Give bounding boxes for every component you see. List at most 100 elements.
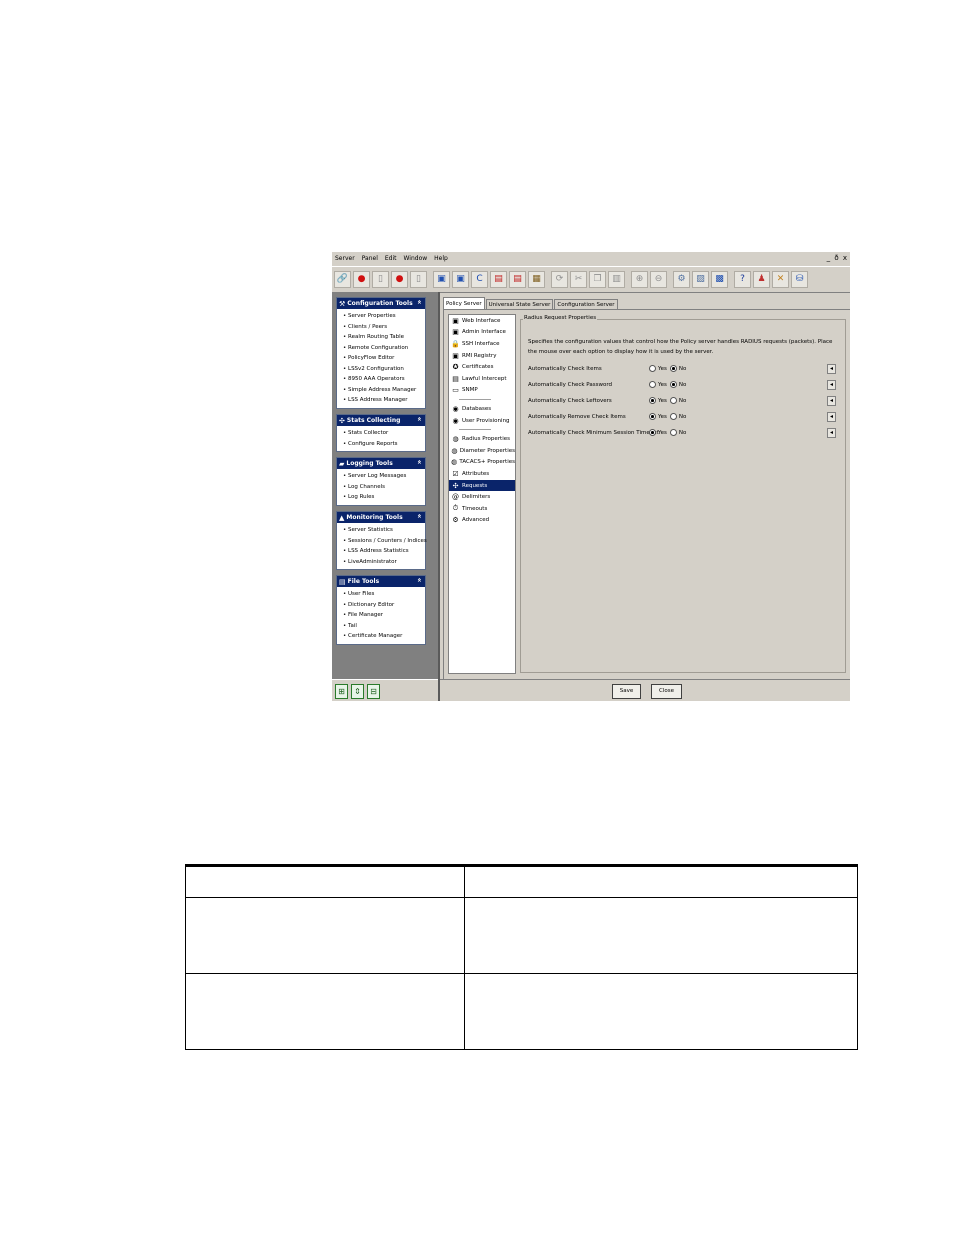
move-panel-icon[interactable]: ⇕ bbox=[351, 683, 364, 699]
tool-group-header[interactable]: ▲ Monitoring Tools » bbox=[337, 512, 425, 523]
nav-item-delimiters[interactable]: @ Delimiters bbox=[449, 491, 515, 503]
radio-button[interactable] bbox=[649, 429, 656, 436]
info-arrow-icon[interactable]: ◂ bbox=[827, 412, 836, 422]
tool-item[interactable]: Log Channels bbox=[343, 482, 425, 493]
nav-item-advanced[interactable]: ⚙ Advanced bbox=[449, 515, 515, 527]
reload-icon[interactable]: ⟳ bbox=[551, 271, 568, 288]
nav-item-requests[interactable]: ✣ Requests bbox=[449, 479, 515, 492]
tool-item[interactable]: Remote Configuration bbox=[343, 343, 425, 354]
page-icon[interactable]: ▯ bbox=[410, 271, 427, 288]
radio-button[interactable] bbox=[669, 429, 677, 436]
collapse-chevron-icon[interactable]: » bbox=[416, 300, 424, 305]
tool-item[interactable]: Sessions / Counters / Indices bbox=[343, 536, 427, 547]
radio-option-yes[interactable]: Yes bbox=[649, 413, 667, 420]
tool-item[interactable]: Configure Reports bbox=[343, 439, 425, 450]
copy-icon[interactable]: ❐ bbox=[589, 271, 606, 288]
window-controls[interactable]: _ ð x bbox=[827, 254, 848, 262]
radio-option-yes[interactable]: Yes bbox=[649, 429, 667, 436]
link-icon[interactable]: 🔗 bbox=[334, 271, 351, 288]
collapse-chevron-icon[interactable]: » bbox=[416, 578, 424, 583]
database-icon[interactable]: ⛁ bbox=[791, 271, 808, 288]
save-icon[interactable]: ▣ bbox=[433, 271, 450, 288]
menu-server[interactable]: Server bbox=[335, 255, 355, 262]
nav-item-radius-properties[interactable]: ◍ Radius Properties bbox=[449, 433, 515, 445]
nav-item-lawful-intercept[interactable]: ▤ Lawful Intercept bbox=[449, 373, 515, 385]
help-icon[interactable]: ? bbox=[734, 271, 751, 288]
radio-option-no[interactable]: No bbox=[669, 381, 686, 388]
export-icon[interactable]: ▦ bbox=[528, 271, 545, 288]
nav-item-databases[interactable]: ◉ Databases bbox=[449, 403, 515, 415]
tool-item[interactable]: Dictionary Editor bbox=[343, 600, 425, 611]
collapse-chevron-icon[interactable]: » bbox=[416, 460, 424, 465]
paste-icon[interactable]: ▥ bbox=[608, 271, 625, 288]
radio-button[interactable] bbox=[669, 381, 677, 388]
menu-help[interactable]: Help bbox=[434, 255, 448, 262]
tool-item[interactable]: Log Rules bbox=[343, 492, 425, 503]
radio-button[interactable] bbox=[649, 381, 656, 388]
zoom-out-icon[interactable]: ⊖ bbox=[650, 271, 667, 288]
radio-option-no[interactable]: No bbox=[669, 429, 686, 436]
radio-button[interactable] bbox=[649, 365, 656, 372]
remove-panel-icon[interactable]: ⊟ bbox=[367, 683, 380, 699]
menu-edit[interactable]: Edit bbox=[385, 255, 397, 262]
nav-item-web-interface[interactable]: ▣ Web Interface bbox=[449, 315, 515, 327]
info-arrow-icon[interactable]: ◂ bbox=[827, 428, 836, 438]
menu-window[interactable]: Window bbox=[404, 255, 428, 262]
nav-item-timeouts[interactable]: ⏱ Timeouts bbox=[449, 503, 515, 515]
nav-item-diameter-properties[interactable]: ◍ Diameter Properties bbox=[449, 445, 515, 457]
tool-item[interactable]: LSS Address Statistics bbox=[343, 546, 425, 557]
tools-icon[interactable]: ✕ bbox=[772, 271, 789, 288]
page-icon[interactable]: ▯ bbox=[372, 271, 389, 288]
radio-option-no[interactable]: No bbox=[669, 365, 686, 372]
info-arrow-icon[interactable]: ◂ bbox=[827, 364, 836, 374]
radio-option-yes[interactable]: Yes bbox=[649, 397, 667, 404]
tool-group-header[interactable]: ▰ Logging Tools » bbox=[337, 458, 425, 469]
tool-item[interactable]: Tail bbox=[343, 621, 425, 632]
tool-group-header[interactable]: ▤ File Tools » bbox=[337, 576, 425, 587]
cut-icon[interactable]: ✂ bbox=[570, 271, 587, 288]
zoom-in-icon[interactable]: ⊕ bbox=[631, 271, 648, 288]
tool-item[interactable]: User Files bbox=[343, 589, 425, 600]
nav-item-ssh-interface[interactable]: 🔒 SSH Interface bbox=[449, 338, 515, 350]
tool-item[interactable]: Certificate Manager bbox=[343, 631, 425, 642]
tool-item[interactable]: Simple Address Manager bbox=[343, 385, 425, 396]
nav-item-admin-interface[interactable]: ▣ Admin Interface bbox=[449, 327, 515, 339]
tool-item[interactable]: LiveAdministrator bbox=[343, 557, 425, 568]
nav-item-rmi-registry[interactable]: ▣ RMI Registry bbox=[449, 350, 515, 362]
radio-option-yes[interactable]: Yes bbox=[649, 365, 667, 372]
red-dot-icon[interactable]: ● bbox=[391, 271, 408, 288]
radio-button[interactable] bbox=[669, 413, 677, 420]
red-dot-icon[interactable]: ● bbox=[353, 271, 370, 288]
info-arrow-icon[interactable]: ◂ bbox=[827, 396, 836, 406]
close-button[interactable]: Close bbox=[651, 684, 682, 699]
tool-item[interactable]: PolicyFlow Editor bbox=[343, 353, 425, 364]
document-icon[interactable]: ▨ bbox=[692, 271, 709, 288]
radio-button[interactable] bbox=[649, 397, 656, 404]
nav-item-attributes[interactable]: ☑ Attributes bbox=[449, 468, 515, 480]
save-as-icon[interactable]: ▣ bbox=[452, 271, 469, 288]
tool-item[interactable]: Server Statistics bbox=[343, 525, 425, 536]
tool-item[interactable]: Server Properties bbox=[343, 311, 425, 322]
collapse-chevron-icon[interactable]: » bbox=[416, 417, 424, 422]
info-arrow-icon[interactable]: ◂ bbox=[827, 380, 836, 390]
tool-item[interactable]: Stats Collector bbox=[343, 428, 425, 439]
nav-item-tacacs-properties[interactable]: ◍ TACACS+ Properties bbox=[449, 457, 515, 469]
collapse-chevron-icon[interactable]: » bbox=[416, 514, 424, 519]
radio-button[interactable] bbox=[669, 365, 677, 372]
nav-item-snmp[interactable]: ▭ SNMP bbox=[449, 385, 515, 397]
user-icon[interactable]: ♟ bbox=[753, 271, 770, 288]
tool-item[interactable]: Realm Routing Table bbox=[343, 332, 425, 343]
radio-option-no[interactable]: No bbox=[669, 397, 686, 404]
tool-item[interactable]: LSSv2 Configuration bbox=[343, 364, 425, 375]
add-panel-icon[interactable]: ⊞ bbox=[335, 683, 348, 699]
nav-item-certificates[interactable]: ✪ Certificates bbox=[449, 361, 515, 373]
monitor-icon[interactable]: ▩ bbox=[711, 271, 728, 288]
close-doc-icon[interactable]: ▤ bbox=[490, 271, 507, 288]
settings-icon[interactable]: ⚙ bbox=[673, 271, 690, 288]
tool-item[interactable]: File Manager bbox=[343, 610, 425, 621]
menu-panel[interactable]: Panel bbox=[362, 255, 378, 262]
radio-button[interactable] bbox=[669, 397, 677, 404]
tool-group-header[interactable]: ⚒ Configuration Tools» bbox=[337, 298, 425, 309]
tool-item[interactable]: Clients / Peers bbox=[343, 322, 425, 333]
tool-item[interactable]: LSS Address Manager bbox=[343, 395, 425, 406]
